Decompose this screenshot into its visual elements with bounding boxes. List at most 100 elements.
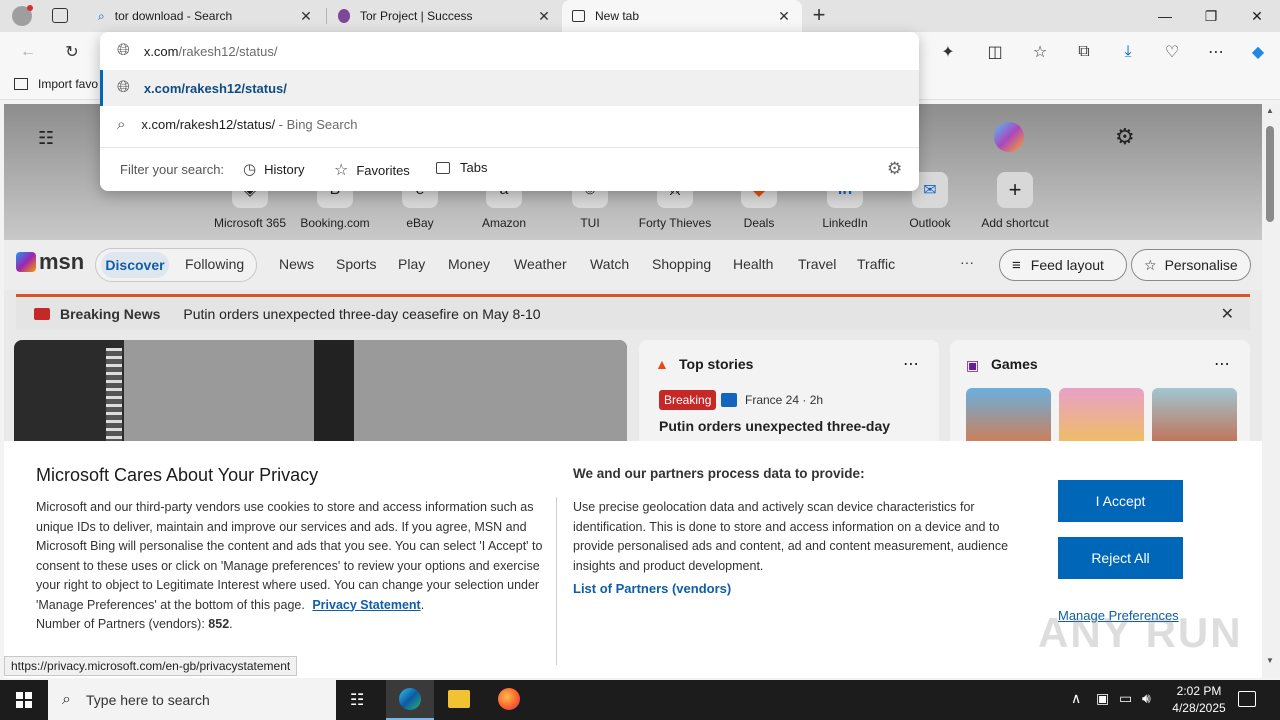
msn-logo[interactable]: msn	[16, 249, 84, 275]
shortcut-label: LinkedIn	[822, 216, 868, 230]
privacy-consent-banner: Microsoft Cares About Your Privacy Micro…	[4, 441, 1262, 678]
tab-tor-project[interactable]: Tor Project | Success ✕	[328, 0, 562, 32]
address-input-row[interactable]: 🌐︎ x.com/rakesh12/status/	[100, 33, 919, 69]
collections-icon[interactable]: ⧉	[1072, 40, 1096, 64]
france24-icon	[721, 393, 737, 407]
top-stories-title: Top stories	[679, 356, 754, 372]
msn-logo-text: msn	[39, 249, 85, 274]
file-explorer-icon[interactable]	[448, 690, 470, 708]
nav-watch[interactable]: Watch	[590, 256, 629, 272]
nav-traffic[interactable]: Traffic	[857, 256, 895, 272]
profile-notification-dot	[27, 5, 33, 11]
browser-essentials-icon[interactable]: ♡	[1160, 40, 1184, 64]
tab-following[interactable]: Following	[185, 256, 244, 272]
favorites-star-icon[interactable]: ☆	[1028, 40, 1052, 64]
feed-layout-button[interactable]: ≡ Feed layout	[999, 249, 1127, 281]
windows-start-icon[interactable]	[16, 692, 32, 708]
taskbar-search-box[interactable]: ⌕ Type here to search	[48, 680, 336, 720]
nav-travel[interactable]: Travel	[798, 256, 836, 272]
sliders-icon: ≡	[1012, 256, 1021, 274]
firefox-icon[interactable]	[498, 688, 520, 710]
more-options-icon[interactable]: ⋯	[903, 354, 919, 374]
new-tab-plus-icon[interactable]: +	[808, 3, 830, 27]
tray-security-icon[interactable]: ▣	[1096, 690, 1109, 707]
close-icon[interactable]: ✕	[776, 8, 792, 25]
close-icon[interactable]: ✕	[1221, 304, 1234, 324]
downloads-icon[interactable]: ⤓	[1116, 40, 1140, 64]
tab-search[interactable]: ⌕ tor download - Search ✕	[88, 0, 324, 32]
apps-grid-icon[interactable]: ☷	[38, 128, 58, 148]
copilot-search-icon[interactable]	[994, 122, 1024, 152]
breaking-news-headline[interactable]: Putin orders unexpected three-day ceasef…	[183, 306, 540, 322]
hero-image-card[interactable]	[14, 340, 627, 450]
notification-center-icon[interactable]	[1238, 691, 1256, 707]
newtab-icon	[572, 10, 585, 22]
suggestion-search-row[interactable]: ⌕ x.com/rakesh12/status/ - Bing Search	[100, 106, 919, 142]
breaking-news-bar[interactable]: Breaking News Putin orders unexpected th…	[16, 294, 1250, 330]
address-host: x.com	[143, 43, 179, 59]
more-menu-icon[interactable]: ⋯	[1204, 40, 1228, 64]
address-input[interactable]: x.com/rakesh12/status/	[144, 44, 278, 59]
scroll-thumb[interactable]	[1266, 126, 1274, 222]
scroll-up-arrow[interactable]: ▲	[1266, 106, 1274, 115]
tab-title: tor download - Search	[114, 9, 233, 23]
volume-icon[interactable]: 🔊︎	[1142, 690, 1151, 707]
purposes-body: Use precise geolocation data and activel…	[573, 500, 1009, 573]
more-options-icon[interactable]: ⋯	[1214, 354, 1230, 374]
settings-gear-icon[interactable]: ⚙	[1115, 124, 1135, 150]
nav-shopping[interactable]: Shopping	[652, 256, 711, 272]
shortcut-add[interactable]: + Add shortcut	[970, 172, 1060, 230]
filter-tabs[interactable]: Tabs	[436, 160, 487, 175]
reject-all-button[interactable]: Reject All	[1058, 537, 1183, 579]
game-thumbnail[interactable]	[1059, 388, 1144, 448]
refresh-icon[interactable]: ↻	[60, 40, 84, 64]
search-icon: ⌕	[62, 691, 71, 708]
tray-chevron-icon[interactable]: ∧	[1071, 690, 1081, 707]
filter-history[interactable]: ◷ History	[243, 160, 305, 178]
nav-news[interactable]: News	[279, 256, 314, 272]
split-screen-icon[interactable]: ◫	[983, 40, 1007, 64]
copilot-icon[interactable]: ◆	[1246, 40, 1270, 64]
breaking-news-label: Breaking News	[60, 305, 161, 322]
import-icon	[14, 78, 28, 90]
window-close-icon[interactable]: ✕	[1234, 0, 1280, 32]
game-thumbnail[interactable]	[1152, 388, 1237, 448]
edge-taskbar-icon[interactable]	[386, 680, 434, 720]
extensions-icon[interactable]: ✦	[936, 40, 960, 64]
restore-icon[interactable]: ❐	[1188, 0, 1234, 32]
vertical-scrollbar[interactable]: ▲ ▼	[1262, 104, 1280, 678]
partners-list-link[interactable]: List of Partners (vendors)	[573, 581, 731, 596]
nav-weather[interactable]: Weather	[514, 256, 567, 272]
back-icon[interactable]: ←	[16, 40, 40, 64]
nav-sports[interactable]: Sports	[336, 256, 376, 272]
period: .	[420, 597, 425, 612]
minimize-icon[interactable]: —	[1142, 0, 1188, 32]
filter-favorites[interactable]: ☆ Favorites	[334, 160, 410, 180]
tab-actions-icon[interactable]	[52, 8, 68, 23]
filter-label: Filter your search:	[120, 162, 225, 177]
tab-new-tab[interactable]: New tab ✕	[562, 0, 802, 32]
nav-more-icon[interactable]: ···	[960, 254, 974, 270]
tab-discover[interactable]: Discover	[101, 252, 169, 278]
suggestion-url-row[interactable]: 🌐︎ x.com/rakesh12/status/	[100, 70, 919, 106]
shortcut-label: Outlook	[909, 216, 951, 230]
filter-favorites-label: Favorites	[356, 162, 410, 178]
taskbar-clock[interactable]: 2:02 PM 4/28/2025	[1166, 683, 1232, 717]
close-icon[interactable]: ✕	[536, 8, 552, 25]
nav-money[interactable]: Money	[448, 256, 490, 272]
network-icon[interactable]: ▭	[1119, 690, 1132, 707]
scroll-down-arrow[interactable]: ▼	[1266, 656, 1274, 665]
nav-play[interactable]: Play	[398, 256, 425, 272]
story-headline[interactable]: Putin orders unexpected three-day	[659, 418, 890, 434]
nav-health[interactable]: Health	[733, 256, 773, 272]
period: .	[229, 617, 233, 631]
import-favorites-button[interactable]: Import favo	[14, 77, 98, 91]
personalise-button[interactable]: ☆ Personalise	[1131, 249, 1251, 281]
search-settings-gear-icon[interactable]: ⚙	[887, 159, 902, 179]
privacy-statement-link[interactable]: Privacy Statement	[312, 598, 420, 612]
purposes-title: We and our partners process data to prov…	[573, 466, 865, 481]
game-thumbnail[interactable]	[966, 388, 1051, 448]
accept-button[interactable]: I Accept	[1058, 480, 1183, 522]
close-icon[interactable]: ✕	[298, 8, 314, 25]
task-view-icon[interactable]: ☷	[350, 690, 364, 710]
